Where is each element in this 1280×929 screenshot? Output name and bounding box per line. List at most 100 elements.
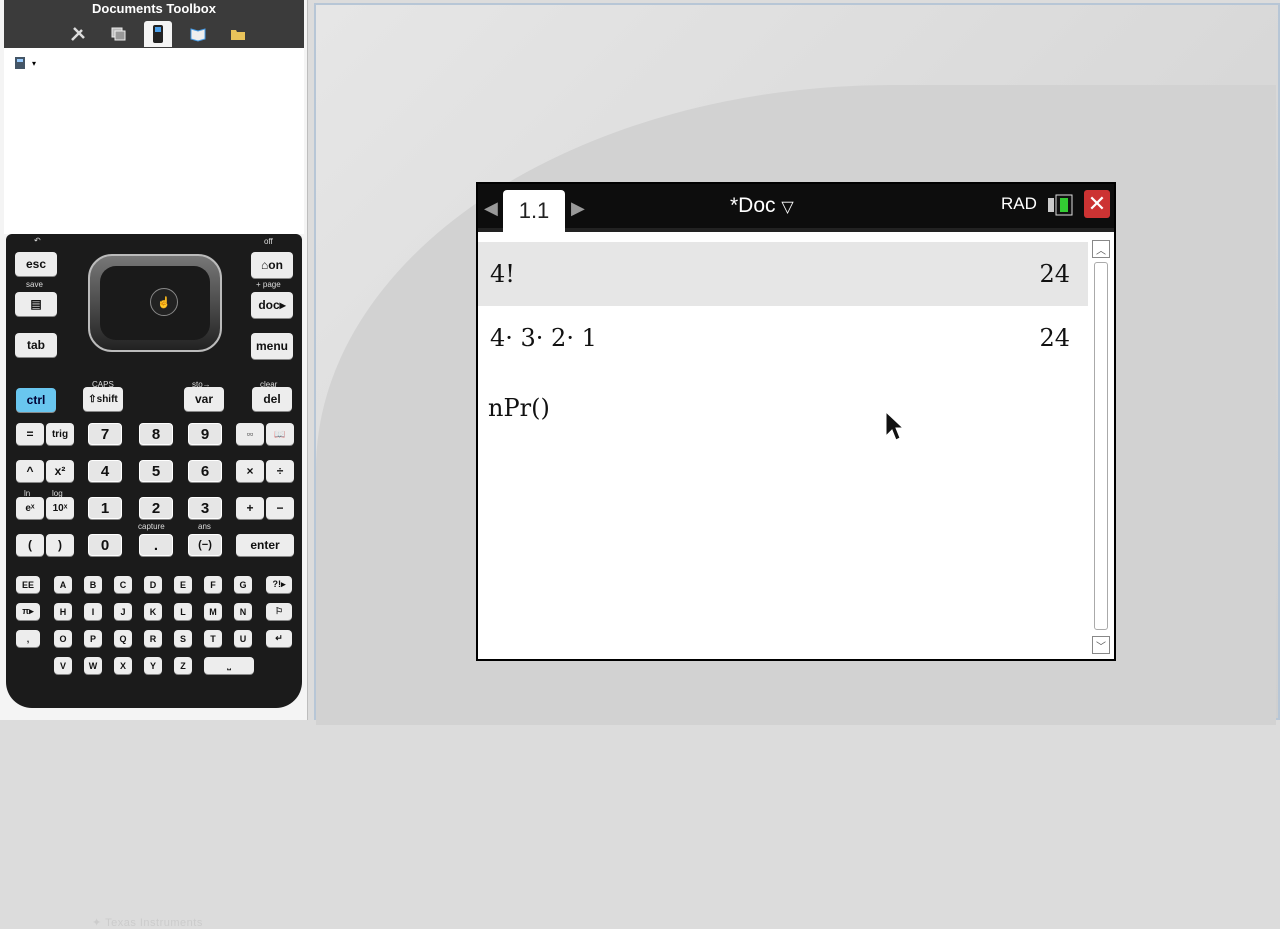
return-key[interactable]: ↵ xyxy=(266,630,292,647)
letter-x-key[interactable]: X xyxy=(114,657,132,674)
capture-label: capture xyxy=(138,522,165,531)
on-key[interactable]: ⌂ on xyxy=(251,252,293,278)
letter-n-key[interactable]: N xyxy=(234,603,252,620)
letter-r-key[interactable]: R xyxy=(144,630,162,647)
enter-key[interactable]: enter xyxy=(236,534,294,556)
letter-p-key[interactable]: P xyxy=(84,630,102,647)
right-paren-key[interactable]: ) xyxy=(46,534,74,556)
digit-9-key[interactable]: 9 xyxy=(188,423,222,445)
scrollbar[interactable]: ︿ ﹀ xyxy=(1090,238,1112,656)
ten-power-key[interactable]: 10ˣ xyxy=(46,497,74,519)
history-row[interactable]: 4· 3· 2· 1 24 xyxy=(478,306,1088,370)
shift-key[interactable]: ⇧ shift xyxy=(83,387,123,411)
history-row[interactable]: 4! 24 xyxy=(478,242,1088,306)
pi-key[interactable]: π▸ xyxy=(16,603,40,620)
letter-u-key[interactable]: U xyxy=(234,630,252,647)
letter-c-key[interactable]: C xyxy=(114,576,132,593)
touchpad-surface[interactable]: ☝ xyxy=(100,266,210,340)
exp-key[interactable]: eˣ xyxy=(16,497,44,519)
letter-t-key[interactable]: T xyxy=(204,630,222,647)
keypad-icon[interactable] xyxy=(144,21,172,47)
multiply-key[interactable]: × xyxy=(236,460,264,482)
digit-3-key[interactable]: 3 xyxy=(188,497,222,519)
letter-f-key[interactable]: F xyxy=(204,576,222,593)
template-key[interactable]: ▫▫ xyxy=(236,423,264,445)
digit-2-key[interactable]: 2 xyxy=(139,497,173,519)
digit-5-key[interactable]: 5 xyxy=(139,460,173,482)
negative-key[interactable]: (−) xyxy=(188,534,222,556)
letter-q-key[interactable]: Q xyxy=(114,630,132,647)
square-key[interactable]: x² xyxy=(46,460,74,482)
letter-l-key[interactable]: L xyxy=(174,603,192,620)
digit-8-key[interactable]: 8 xyxy=(139,423,173,445)
folder-icon[interactable] xyxy=(224,21,252,47)
letter-d-key[interactable]: D xyxy=(144,576,162,593)
plus-key[interactable]: + xyxy=(236,497,264,519)
close-icon[interactable]: ✕ xyxy=(1084,190,1110,218)
letter-a-key[interactable]: A xyxy=(54,576,72,593)
divide-key[interactable]: ÷ xyxy=(266,460,294,482)
letter-z-key[interactable]: Z xyxy=(174,657,192,674)
digit-6-key[interactable]: 6 xyxy=(188,460,222,482)
letter-k-key[interactable]: K xyxy=(144,603,162,620)
esc-key[interactable]: esc xyxy=(15,252,57,276)
letter-v-key[interactable]: V xyxy=(54,657,72,674)
handheld-selector[interactable]: ▾ xyxy=(14,56,36,70)
doc-title[interactable]: *Doc ▽ xyxy=(730,194,794,218)
letter-e-key[interactable]: E xyxy=(174,576,192,593)
touchpad[interactable]: ☝ xyxy=(88,254,222,352)
next-page-icon[interactable]: ▶ xyxy=(571,198,585,219)
click-icon[interactable]: ☝ xyxy=(150,288,178,316)
history-expression: 4· 3· 2· 1 xyxy=(490,324,597,352)
letter-o-key[interactable]: O xyxy=(54,630,72,647)
var-key[interactable]: var xyxy=(184,387,224,411)
letter-h-key[interactable]: H xyxy=(54,603,72,620)
digit-7-key[interactable]: 7 xyxy=(88,423,122,445)
catalog-key[interactable]: 📖 xyxy=(266,423,294,445)
page-sorter-icon[interactable] xyxy=(104,21,132,47)
menu-key[interactable]: menu xyxy=(251,333,293,359)
comma-key[interactable]: , xyxy=(16,630,40,647)
left-paren-key[interactable]: ( xyxy=(16,534,44,556)
scroll-up-icon[interactable]: ︿ xyxy=(1092,240,1110,258)
letter-j-key[interactable]: J xyxy=(114,603,132,620)
letter-y-key[interactable]: Y xyxy=(144,657,162,674)
letter-s-key[interactable]: S xyxy=(174,630,192,647)
scroll-track[interactable] xyxy=(1094,262,1108,630)
minus-key[interactable]: − xyxy=(266,497,294,519)
scroll-down-icon[interactable]: ﹀ xyxy=(1092,636,1110,654)
toolbox-panel xyxy=(4,48,304,234)
mouse-pointer-icon xyxy=(884,410,905,447)
letter-w-key[interactable]: W xyxy=(84,657,102,674)
ee-key[interactable]: EE xyxy=(16,576,40,593)
letter-m-key[interactable]: M xyxy=(204,603,222,620)
caret-key[interactable]: ^ xyxy=(16,460,44,482)
space-key[interactable]: ⎵ xyxy=(204,657,254,674)
undo-icon: ↶ xyxy=(34,236,41,245)
punct-key[interactable]: ?!▸ xyxy=(266,576,292,593)
dropdown-arrow-icon: ▾ xyxy=(32,58,37,68)
letter-b-key[interactable]: B xyxy=(84,576,102,593)
entry-line[interactable]: nPr() xyxy=(488,394,550,422)
letter-i-key[interactable]: I xyxy=(84,603,102,620)
history-result: 24 xyxy=(1039,260,1070,288)
prev-page-icon[interactable]: ◀ xyxy=(484,198,498,219)
trig-key[interactable]: trig xyxy=(46,423,74,445)
digit-4-key[interactable]: 4 xyxy=(88,460,122,482)
decimal-key[interactable]: . xyxy=(139,534,173,556)
scratchpad-key[interactable]: ▤ xyxy=(15,292,57,316)
letter-g-key[interactable]: G xyxy=(234,576,252,593)
ctrl-key[interactable]: ctrl xyxy=(16,388,56,412)
content-explorer-icon[interactable] xyxy=(184,21,212,47)
del-key[interactable]: del xyxy=(252,387,292,411)
flag-key[interactable]: ⚐ xyxy=(266,603,292,620)
equals-key[interactable]: = xyxy=(16,423,44,445)
tab-key[interactable]: tab xyxy=(15,333,57,357)
tools-icon[interactable] xyxy=(64,21,92,47)
doc-key[interactable]: doc ▸ xyxy=(251,292,293,318)
save-label: save xyxy=(26,280,43,289)
shift-label: shift xyxy=(96,393,118,405)
page-tab[interactable]: 1.1 xyxy=(503,190,565,236)
digit-1-key[interactable]: 1 xyxy=(88,497,122,519)
digit-0-key[interactable]: 0 xyxy=(88,534,122,556)
